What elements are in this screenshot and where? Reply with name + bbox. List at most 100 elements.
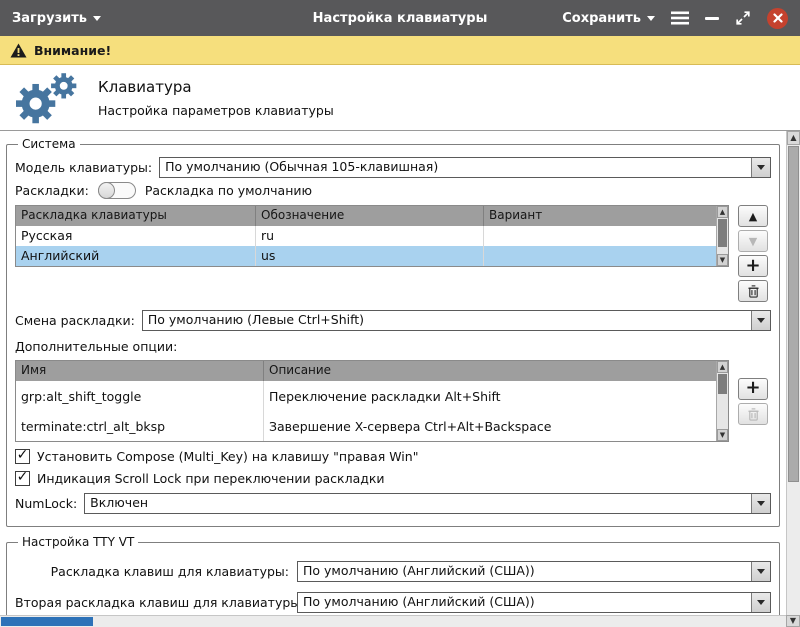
numlock-select[interactable]: Включен [84,493,771,514]
scroll-down-icon[interactable]: ▼ [717,429,728,441]
save-menu-label: Сохранить [562,11,641,26]
column-header: Описание [264,361,716,381]
move-up-button[interactable]: ▲ [738,205,768,227]
compose-checkbox-row[interactable]: ✓ Установить Compose (Multi_Key) на клав… [15,449,771,464]
layout-variant-cell [484,226,716,246]
tty-group: Настройка TTY VT Раскладка клавиш для кл… [6,535,780,615]
scrollbar-thumb[interactable] [718,374,727,394]
option-desc-cell: Переключение раскладки Alt+Shift [264,381,716,411]
keyboard-model-select[interactable]: По умолчанию (Обычная 105-клавишная) [159,157,771,178]
scrolllock-checkbox-label: Индикация Scroll Lock при переключении р… [37,471,385,486]
tty-second-layout-row: Вторая раскладка клавиш для клавиатуры: … [15,592,771,613]
check-icon: ✓ [17,448,29,462]
combo-dropdown-button[interactable] [751,158,770,177]
minimize-icon [705,17,719,20]
layouts-label: Раскладки: [15,183,89,198]
delete-option-button[interactable] [738,403,768,425]
trash-icon [747,407,760,421]
layout-code-cell: ru [256,226,484,246]
layout-switch-row: Смена раскладки: По умолчанию (Левые Ctr… [15,310,771,331]
combo-dropdown-button[interactable] [751,494,770,513]
toggle-knob [98,182,115,199]
scrolllock-checkbox[interactable]: ✓ [15,471,30,486]
vertical-scrollbar[interactable]: ▲ [786,131,800,615]
titlebar-actions: Сохранить [562,8,788,29]
scrollbar-thumb[interactable] [718,219,727,247]
combo-dropdown-button[interactable] [751,562,770,581]
add-option-button[interactable]: + [738,378,768,400]
default-layout-toggle[interactable] [98,182,136,199]
bottom-bar: ▼ [0,615,800,627]
options-table-scrollbar[interactable]: ▲ ▼ [716,361,728,441]
scroll-up-icon[interactable]: ▲ [787,131,800,145]
page-subtitle: Настройка параметров клавиатуры [98,103,334,118]
numlock-value: Включен [85,494,751,513]
layouts-table-scrollbar[interactable]: ▲ ▼ [716,206,728,266]
layouts-table-header: Раскладка клавиатуры Обозначение Вариант [16,206,716,226]
tty-layout-select[interactable]: По умолчанию (Английский (США)) [297,561,771,582]
keyboard-model-label: Модель клавиатуры: [15,160,152,175]
tty-layout-row: Раскладка клавиш для клавиатуры: По умол… [15,561,771,582]
tty-second-layout-select[interactable]: По умолчанию (Английский (США)) [297,592,771,613]
layouts-table-block: Раскладка клавиатуры Обозначение Вариант… [15,205,771,302]
warning-text: Внимание! [34,43,111,58]
page-titles: Клавиатура Настройка параметров клавиату… [98,78,334,118]
scrollbar-thumb[interactable] [788,146,799,482]
scrollbar-track [787,483,800,615]
add-layout-button[interactable]: + [738,255,768,277]
option-desc-cell: Завершение X-сервера Ctrl+Alt+Backspace [264,411,716,441]
horizontal-scrollbar[interactable] [0,615,786,627]
layouts-table-body: Раскладка клавиатуры Обозначение Вариант… [16,206,716,266]
options-table-buttons: + [735,378,771,425]
chevron-down-icon [647,16,655,21]
layout-switch-value: По умолчанию (Левые Ctrl+Shift) [143,311,751,330]
check-icon: ✓ [17,470,29,484]
load-menu-button[interactable]: Загрузить [12,11,101,26]
option-name-cell: grp:alt_shift_toggle [16,381,264,411]
page-header: Клавиатура Настройка параметров клавиату… [0,65,800,131]
table-row[interactable]: grp:alt_shift_toggle Переключение раскла… [16,381,716,411]
scroll-down-icon[interactable]: ▼ [717,254,728,266]
column-header: Имя [16,361,264,381]
delete-layout-button[interactable] [738,280,768,302]
default-layout-toggle-label: Раскладка по умолчанию [145,183,312,198]
layout-switch-label: Смена раскладки: [15,313,135,328]
chevron-down-icon [757,600,765,605]
main-area: Система Модель клавиатуры: По умолчанию … [0,131,800,615]
warning-bar: Внимание! [0,36,800,65]
combo-dropdown-button[interactable] [751,311,770,330]
save-menu-button[interactable]: Сохранить [562,11,655,26]
scrollbar-track [717,395,728,429]
minimize-button[interactable] [705,17,719,20]
table-row-selected[interactable]: Английский us [16,246,716,266]
warning-icon [10,43,27,58]
expand-button[interactable] [735,10,751,26]
close-icon [773,13,783,23]
scroll-down-icon[interactable]: ▼ [786,615,800,627]
tty-group-legend: Настройка TTY VT [18,535,138,549]
expand-icon [735,10,751,26]
chevron-down-icon [757,318,765,323]
table-row[interactable]: terminate:ctrl_alt_bksp Завершение X-сер… [16,411,716,441]
tty-second-layout-label: Вторая раскладка клавиш для клавиатуры: [15,595,289,610]
layouts-row: Раскладки: Раскладка по умолчанию [15,182,771,199]
hamburger-menu-button[interactable] [671,11,689,25]
close-button[interactable] [767,8,788,29]
page-title: Клавиатура [98,78,334,96]
options-table: Имя Описание grp:alt_shift_toggle Перекл… [15,360,729,442]
scroll-up-icon[interactable]: ▲ [717,361,728,373]
layout-name-cell: Русская [16,226,256,246]
combo-dropdown-button[interactable] [751,593,770,612]
compose-checkbox[interactable]: ✓ [15,449,30,464]
scrollbar-thumb[interactable] [1,617,93,626]
scroll-up-icon[interactable]: ▲ [717,206,728,218]
layout-switch-select[interactable]: По умолчанию (Левые Ctrl+Shift) [142,310,771,331]
options-table-body: Имя Описание grp:alt_shift_toggle Перекл… [16,361,716,441]
move-down-button[interactable]: ▼ [738,230,768,252]
table-row[interactable]: Русская ru [16,226,716,246]
column-header: Вариант [484,206,716,226]
load-menu-label: Загрузить [12,11,87,26]
scrolllock-checkbox-row[interactable]: ✓ Индикация Scroll Lock при переключении… [15,471,771,486]
chevron-down-icon [757,501,765,506]
option-name-cell: terminate:ctrl_alt_bksp [16,411,264,441]
